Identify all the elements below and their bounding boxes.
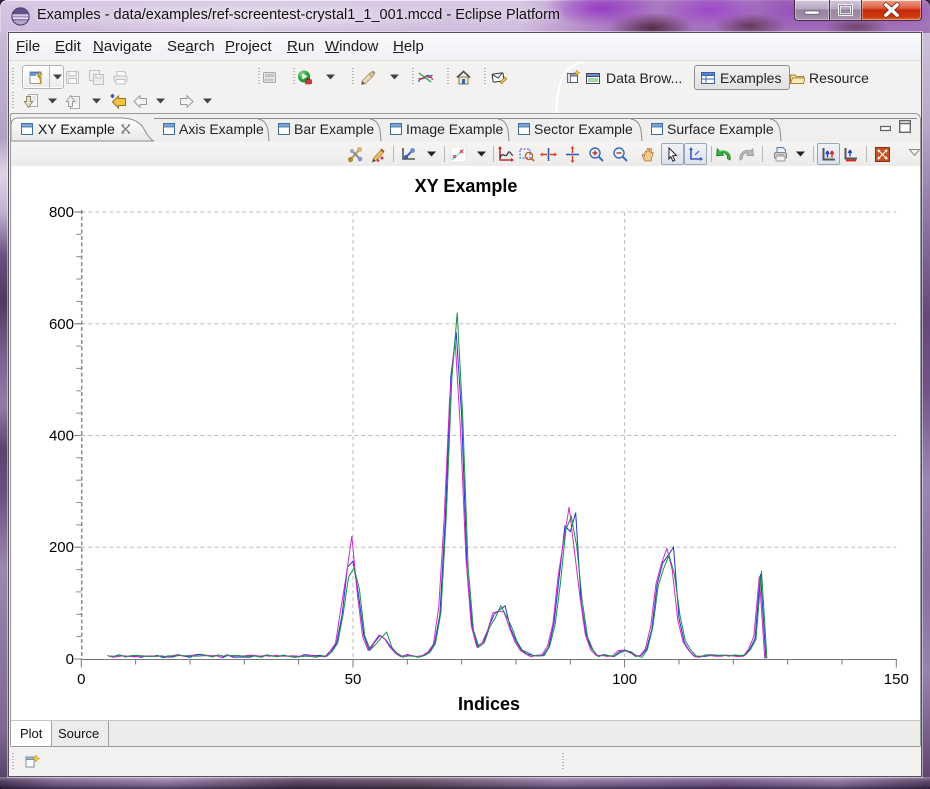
svg-text:0: 0 bbox=[77, 671, 85, 688]
svg-text:400: 400 bbox=[49, 428, 74, 445]
svg-text:Axis Example: Axis Example bbox=[179, 121, 264, 137]
svg-text:100: 100 bbox=[612, 671, 637, 688]
svg-text:XY Example: XY Example bbox=[415, 176, 518, 196]
svg-text:Image Example: Image Example bbox=[406, 121, 503, 137]
svg-text:600: 600 bbox=[49, 316, 74, 333]
svg-text:800: 800 bbox=[49, 204, 74, 221]
svg-text:200: 200 bbox=[49, 539, 74, 556]
svg-text:0: 0 bbox=[66, 651, 74, 668]
svg-text:150: 150 bbox=[884, 671, 909, 688]
svg-text:Indices: Indices bbox=[458, 694, 520, 714]
svg-text:XY Example: XY Example bbox=[38, 121, 115, 137]
svg-text:Surface Example: Surface Example bbox=[667, 121, 774, 137]
svg-text:Sector Example: Sector Example bbox=[534, 121, 633, 137]
svg-text:Bar Example: Bar Example bbox=[294, 121, 374, 137]
svg-text:50: 50 bbox=[345, 671, 362, 688]
